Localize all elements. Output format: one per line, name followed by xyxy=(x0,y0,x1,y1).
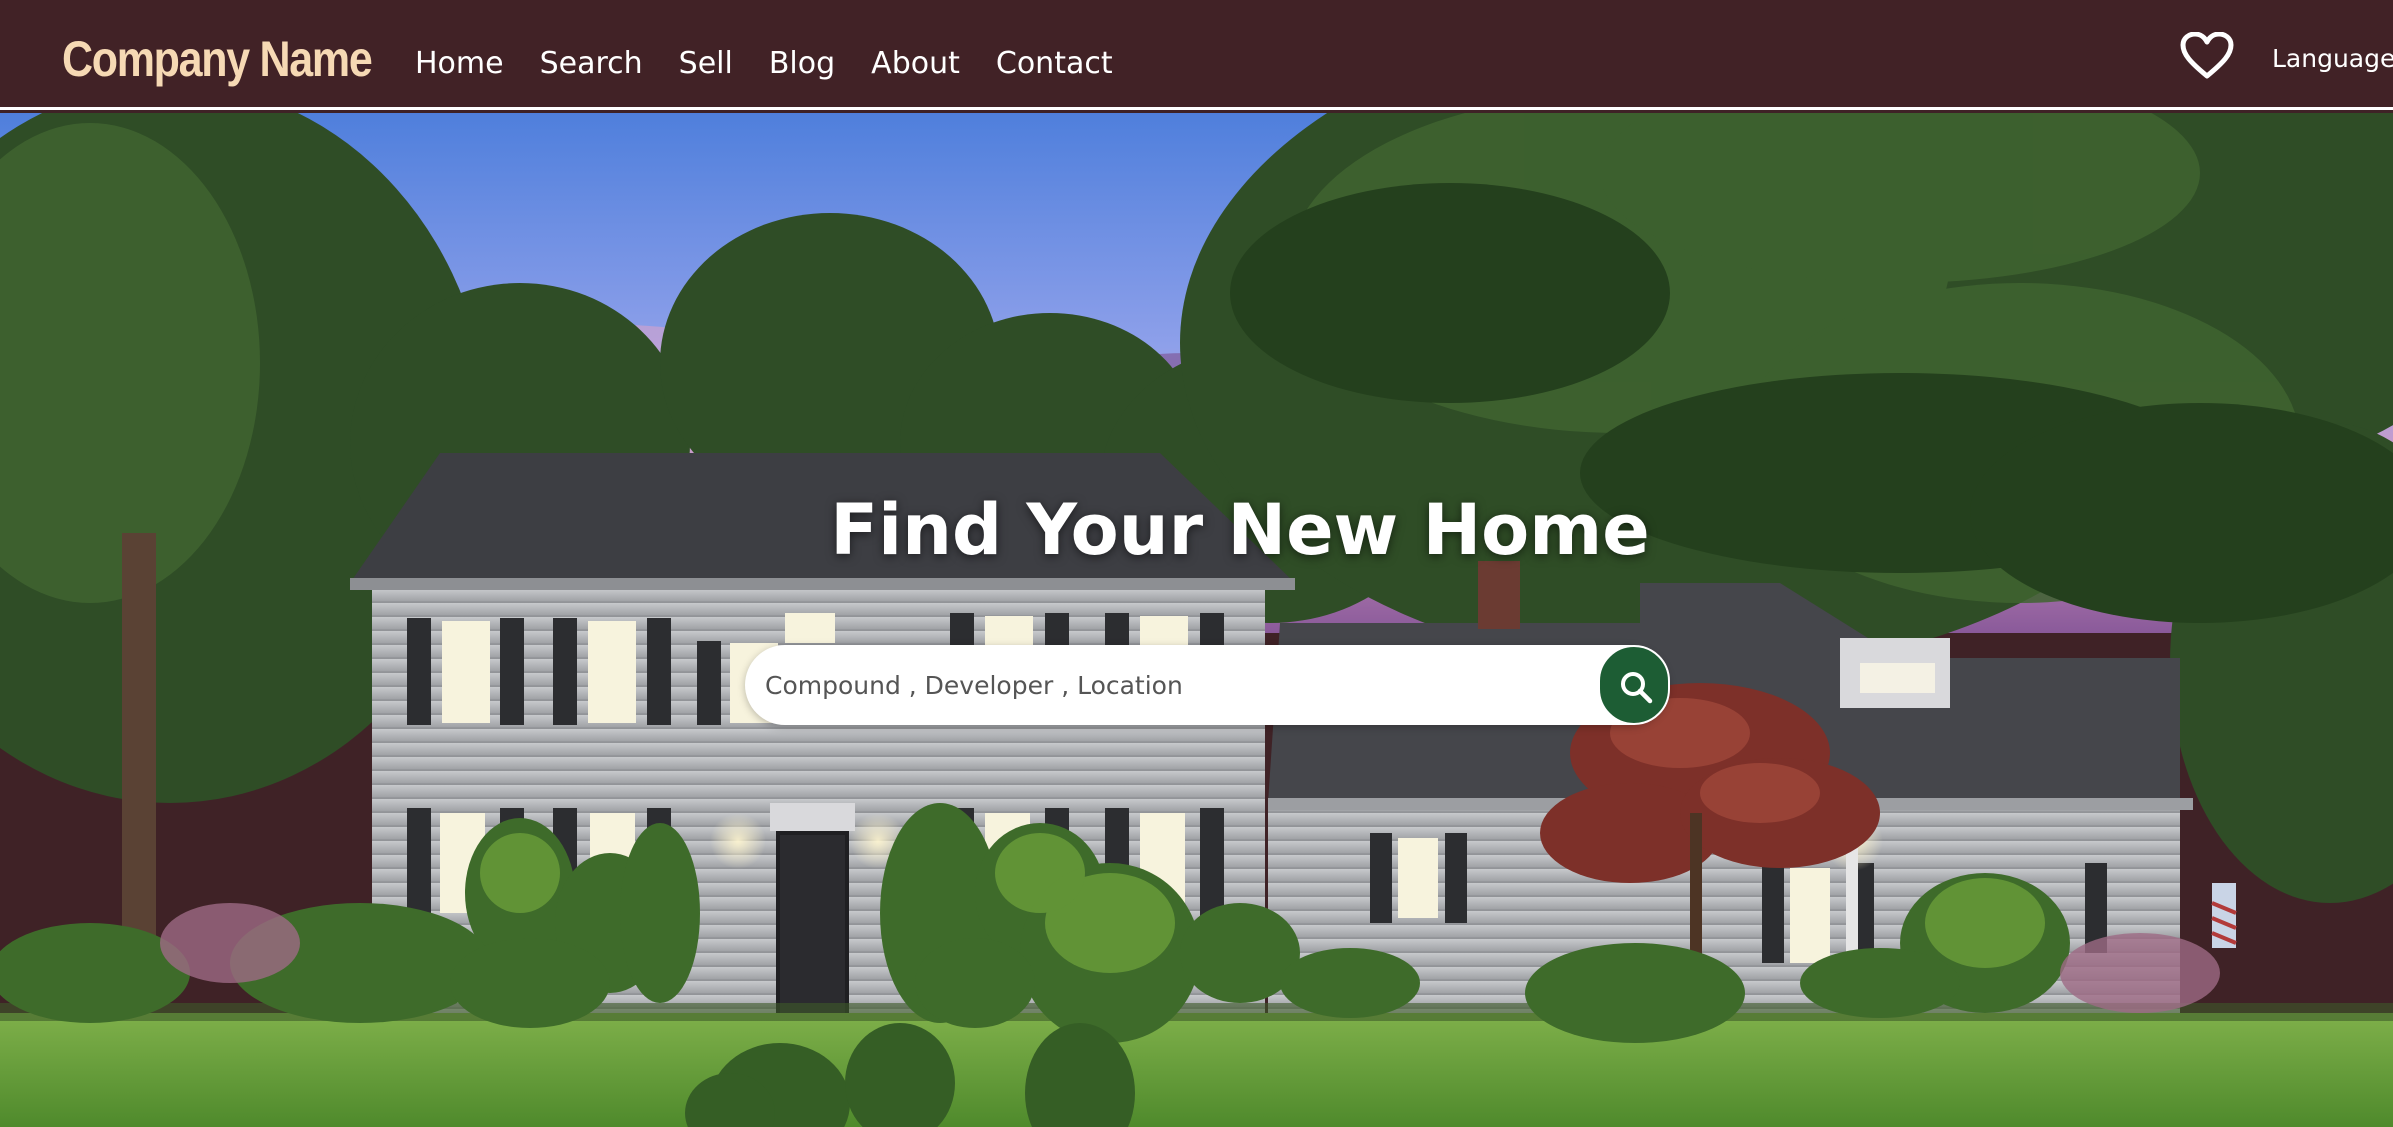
search-bar xyxy=(745,645,1669,725)
nav-link-sell[interactable]: Sell xyxy=(679,46,733,81)
nav-link-search[interactable]: Search xyxy=(540,46,643,81)
nav-link-home[interactable]: Home xyxy=(415,46,504,81)
search-icon xyxy=(1621,672,1653,704)
nav-link-about[interactable]: About xyxy=(871,46,960,81)
nav-links: Home Search Sell Blog About Contact xyxy=(415,46,1149,81)
brand-logo[interactable]: Company Name xyxy=(62,30,373,88)
nav-link-blog[interactable]: Blog xyxy=(769,46,835,81)
hero-title: Find Your New Home xyxy=(830,489,1650,571)
search-input[interactable] xyxy=(765,659,1575,711)
search-button[interactable] xyxy=(1598,645,1670,725)
navbar: Company Name Home Search Sell Blog About… xyxy=(0,0,2393,110)
nav-link-contact[interactable]: Contact xyxy=(996,46,1113,81)
heart-icon[interactable] xyxy=(2180,31,2234,80)
language-selector[interactable]: Language xyxy=(2272,44,2393,73)
hero-section: Find Your New Home xyxy=(0,113,2393,1127)
hero-background-image xyxy=(0,113,2393,1127)
